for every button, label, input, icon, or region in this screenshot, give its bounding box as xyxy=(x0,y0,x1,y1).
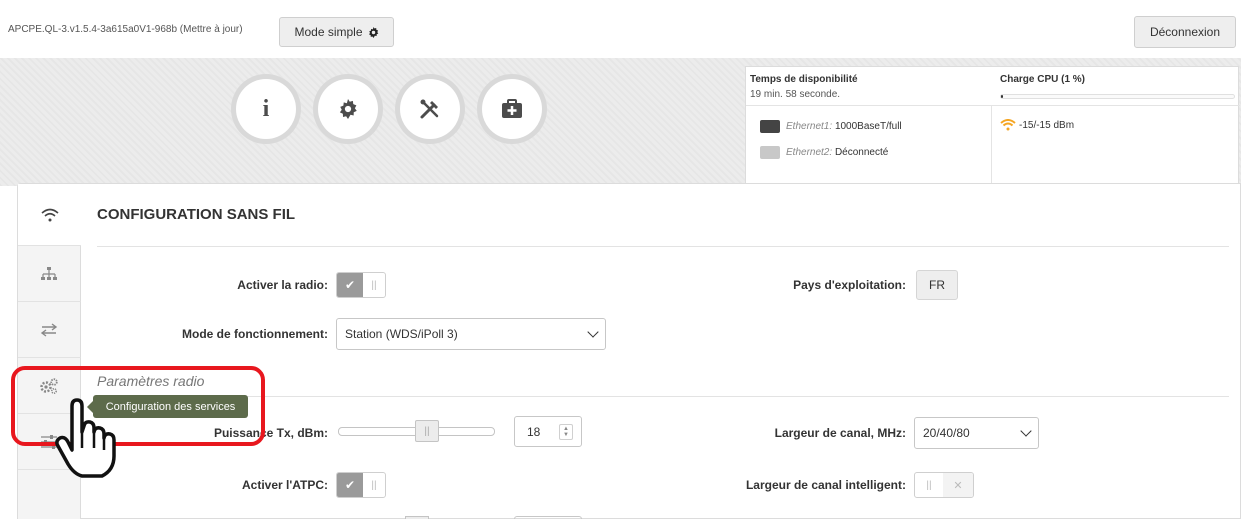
gear-icon xyxy=(318,79,378,139)
slider-handle[interactable]: || xyxy=(415,420,439,442)
transfer-icon xyxy=(40,322,58,337)
tools-icon xyxy=(400,79,460,139)
chevron-down-icon xyxy=(1020,425,1032,437)
cpu-progress-fill xyxy=(1001,95,1004,98)
ethernet1-row: Ethernet1: 1000BaseT/full xyxy=(760,120,902,133)
hand-pointer-icon xyxy=(55,398,116,478)
uptime-label: Temps de disponibilité xyxy=(750,74,858,85)
ethernet2-name: Ethernet2: xyxy=(786,147,833,158)
country-value[interactable]: FR xyxy=(916,270,958,300)
status-card: Temps de disponibilité 19 min. 58 second… xyxy=(745,66,1240,185)
ethernet-port-disconnected-icon xyxy=(760,146,780,159)
chevron-down-icon xyxy=(587,326,599,338)
mode-button-label: Mode simple xyxy=(294,25,363,39)
ethernet1-name: Ethernet1: xyxy=(786,121,833,132)
ethernet2-value: Déconnecté xyxy=(834,147,889,158)
operation-mode-select[interactable]: Station (WDS/iPoll 3) xyxy=(336,318,606,350)
first-aid-icon xyxy=(482,79,542,139)
info-button[interactable]: i xyxy=(231,74,301,144)
network-icon xyxy=(41,266,57,280)
tx-power-value: 18 xyxy=(527,424,541,439)
country-label: Pays d'exploitation: xyxy=(793,278,906,292)
cpu-progress-bar xyxy=(1000,94,1235,99)
atpc-label: Activer l'ATPC: xyxy=(242,478,328,492)
channel-width-label: Largeur de canal, MHz: xyxy=(774,426,906,440)
close-icon: ✕ xyxy=(943,473,973,497)
tab-wireless[interactable] xyxy=(18,184,81,246)
operation-mode-label: Mode de fonctionnement: xyxy=(182,327,328,341)
subsection-divider xyxy=(97,396,1229,397)
signal-row: -15/-15 dBm xyxy=(1000,119,1074,131)
smart-width-label: Largeur de canal intelligent: xyxy=(745,478,906,492)
channel-width-value: 20/40/80 xyxy=(923,426,970,440)
firmware-version[interactable]: APCPE.QL-3.v1.5.4-3a615a0V1-968b (Mettre… xyxy=(8,24,243,35)
spinner-arrows-icon[interactable]: ▲ ▼ xyxy=(559,424,573,440)
radio-enable-toggle[interactable]: ✔ || xyxy=(336,272,386,298)
uptime-value: 19 min. 58 seconde. xyxy=(750,89,841,100)
channel-width-select[interactable]: 20/40/80 xyxy=(914,417,1039,449)
wifi-signal-icon xyxy=(1000,119,1016,131)
logout-button[interactable]: Déconnexion xyxy=(1134,16,1236,48)
toggle-grip-icon: || xyxy=(371,479,377,491)
toggle-grip-icon: || xyxy=(926,479,932,491)
signal-value: -15/-15 dBm xyxy=(1019,119,1075,131)
tab-routing[interactable] xyxy=(18,302,81,358)
section-title: CONFIGURATION SANS FIL xyxy=(97,206,296,223)
status-divider-vertical xyxy=(991,105,992,185)
toggle-grip-icon: || xyxy=(371,279,377,291)
tools-button[interactable] xyxy=(395,74,465,144)
smart-width-toggle[interactable]: || ✕ xyxy=(914,472,974,498)
atpc-toggle[interactable]: ✔ || xyxy=(336,472,386,498)
info-icon: i xyxy=(236,79,296,139)
tab-network[interactable] xyxy=(18,246,81,302)
wireless-config-panel: CONFIGURATION SANS FIL Activer la radio:… xyxy=(17,183,1241,519)
ethernet-port-icon xyxy=(760,120,780,133)
top-bar: APCPE.QL-3.v1.5.4-3a615a0V1-968b (Mettre… xyxy=(0,0,1241,58)
highlight-box xyxy=(11,366,265,446)
maintenance-button[interactable] xyxy=(477,74,547,144)
wifi-icon xyxy=(40,208,59,221)
check-icon: ✔ xyxy=(337,273,363,297)
tx-power-input[interactable]: 18 ▲ ▼ xyxy=(514,416,582,447)
mode-simple-button[interactable]: Mode simple xyxy=(279,17,394,47)
ethernet1-value: 1000BaseT/full xyxy=(834,121,902,132)
operation-mode-value: Station (WDS/iPoll 3) xyxy=(345,327,458,341)
status-divider xyxy=(746,105,1240,106)
cpu-label: Charge CPU (1 %) xyxy=(1000,74,1086,85)
check-icon: ✔ xyxy=(337,473,363,497)
section-divider xyxy=(97,246,1229,247)
ethernet2-row: Ethernet2: Déconnecté xyxy=(760,146,888,159)
gear-icon xyxy=(368,26,378,38)
settings-button[interactable] xyxy=(313,74,383,144)
radio-enable-label: Activer la radio: xyxy=(237,278,328,292)
